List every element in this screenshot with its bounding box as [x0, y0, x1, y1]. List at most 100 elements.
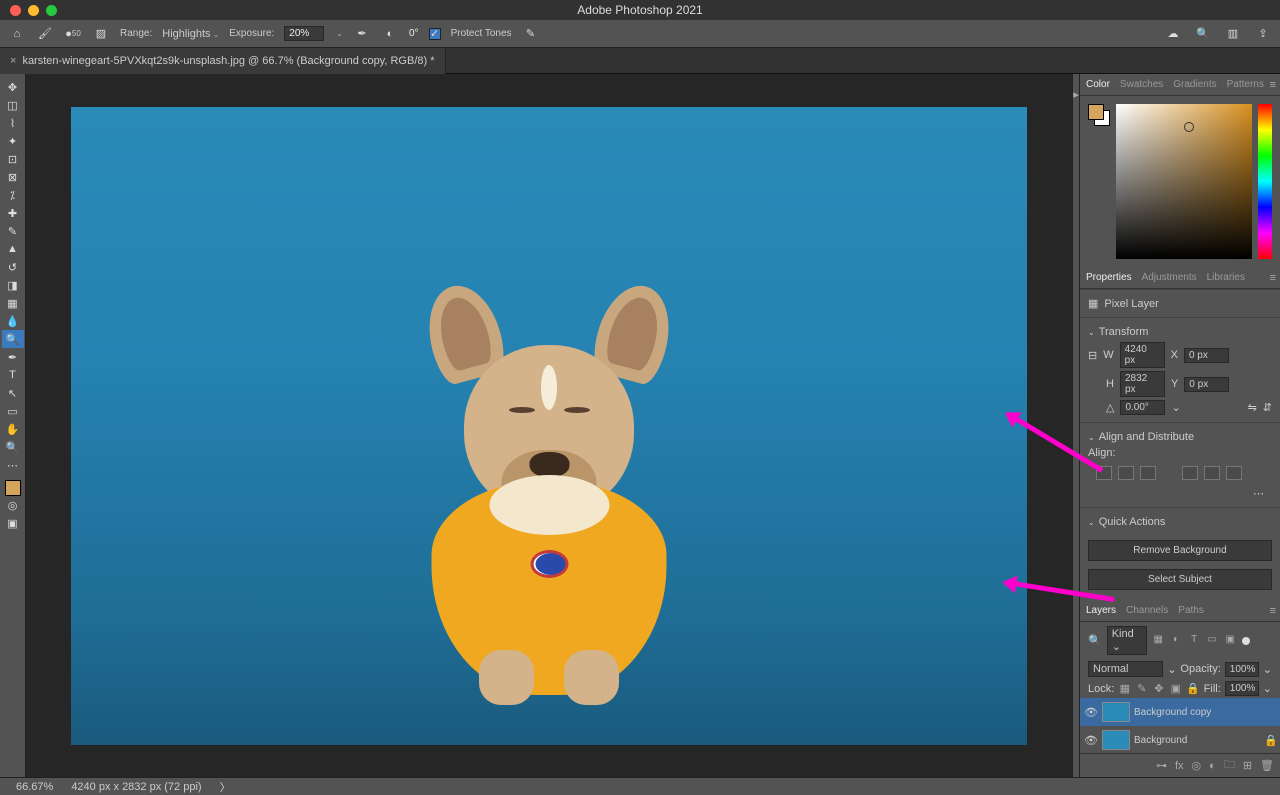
color-field[interactable]: [1116, 104, 1252, 259]
filter-smart-icon[interactable]: ▣: [1224, 634, 1237, 647]
transform-header[interactable]: ⌄Transform: [1088, 326, 1272, 338]
tab-paths[interactable]: Paths: [1178, 605, 1204, 616]
layer-row[interactable]: 👁 Background copy: [1080, 698, 1280, 726]
quick-mask-icon[interactable]: ◎: [2, 496, 24, 514]
dodge-tool[interactable]: 🔍: [2, 330, 24, 348]
y-input[interactable]: 0 px: [1184, 377, 1229, 392]
angle-icon[interactable]: ◐: [381, 25, 399, 43]
filter-pixel-icon[interactable]: ▦: [1152, 634, 1165, 647]
tab-properties[interactable]: Properties: [1086, 272, 1132, 283]
panel-menu-icon[interactable]: ≡: [1270, 272, 1276, 284]
close-window-icon[interactable]: [10, 5, 21, 16]
tab-color[interactable]: Color: [1086, 79, 1110, 90]
layer-name[interactable]: Background: [1134, 735, 1187, 746]
eyedropper-tool[interactable]: ⁒: [2, 186, 24, 204]
align-header[interactable]: ⌄Align and Distribute: [1088, 431, 1272, 443]
blur-tool[interactable]: 💧: [2, 312, 24, 330]
filter-kind-dropdown[interactable]: Kind ⌄: [1107, 626, 1147, 655]
fill-input[interactable]: 100%: [1225, 681, 1259, 696]
link-layers-icon[interactable]: ⊶: [1156, 759, 1167, 772]
crop-tool[interactable]: ⊡: [2, 150, 24, 168]
new-layer-icon[interactable]: ⊞: [1243, 759, 1252, 772]
delete-icon[interactable]: 🗑: [1260, 759, 1274, 772]
opacity-input[interactable]: 100%: [1225, 662, 1259, 677]
align-vcenter-icon[interactable]: [1204, 466, 1220, 480]
layer-thumbnail[interactable]: [1102, 702, 1130, 722]
tab-swatches[interactable]: Swatches: [1120, 79, 1163, 90]
layer-row[interactable]: 👁 Background 🔒: [1080, 726, 1280, 753]
hand-tool[interactable]: ✋: [2, 420, 24, 438]
fg-bg-swatches[interactable]: [1088, 104, 1110, 126]
tab-libraries[interactable]: Libraries: [1207, 272, 1245, 283]
select-subject-button[interactable]: Select Subject: [1088, 569, 1272, 590]
lock-artboard-icon[interactable]: ▣: [1169, 682, 1182, 695]
gradient-tool[interactable]: ▦: [2, 294, 24, 312]
width-input[interactable]: 4240 px: [1120, 342, 1165, 368]
exposure-input[interactable]: 20%: [284, 26, 324, 41]
more-options-icon[interactable]: ⋯: [1253, 487, 1264, 500]
zoom-level[interactable]: 66.67%: [16, 781, 53, 793]
screen-mode-icon[interactable]: ▣: [2, 514, 24, 532]
filter-type-icon[interactable]: T: [1188, 634, 1201, 647]
path-tool[interactable]: ↖: [2, 384, 24, 402]
type-tool[interactable]: T: [2, 366, 24, 384]
rotation-input[interactable]: 0.00°: [1120, 400, 1165, 415]
pen-tool[interactable]: ✒: [2, 348, 24, 366]
tab-adjustments[interactable]: Adjustments: [1142, 272, 1197, 283]
filter-shape-icon[interactable]: ▭: [1206, 634, 1219, 647]
canvas[interactable]: [26, 74, 1072, 777]
mask-icon[interactable]: ◎: [1192, 759, 1202, 772]
blend-mode-dropdown[interactable]: Normal: [1088, 661, 1163, 677]
hue-slider[interactable]: [1258, 104, 1272, 259]
link-wh-icon[interactable]: ⊟: [1088, 349, 1097, 362]
align-bottom-icon[interactable]: [1226, 466, 1242, 480]
stamp-tool[interactable]: ▲: [2, 240, 24, 258]
brush-size-icon[interactable]: ●50: [64, 25, 82, 43]
panel-menu-icon[interactable]: ≡: [1270, 79, 1276, 91]
tab-channels[interactable]: Channels: [1126, 605, 1168, 616]
brush-tool[interactable]: ✎: [2, 222, 24, 240]
heal-tool[interactable]: ✚: [2, 204, 24, 222]
align-top-icon[interactable]: [1182, 466, 1198, 480]
panel-divider[interactable]: ▸: [1072, 74, 1080, 777]
lasso-tool[interactable]: ⌇: [2, 114, 24, 132]
quick-actions-header[interactable]: ⌄Quick Actions: [1088, 516, 1272, 528]
color-indicator[interactable]: [1184, 122, 1194, 132]
collapse-icon[interactable]: ▸: [1073, 88, 1079, 101]
tab-gradients[interactable]: Gradients: [1173, 79, 1216, 90]
marquee-tool[interactable]: ◫: [2, 96, 24, 114]
history-brush-tool[interactable]: ↺: [2, 258, 24, 276]
angle-value[interactable]: 0°: [409, 28, 419, 39]
foreground-swatch[interactable]: [5, 480, 21, 496]
brush-settings-icon[interactable]: ▨: [92, 25, 110, 43]
group-icon[interactable]: 🗀: [1224, 756, 1235, 775]
search-icon[interactable]: 🔍: [1088, 634, 1102, 647]
zoom-tool[interactable]: 🔍: [2, 438, 24, 456]
share-icon[interactable]: ⇪: [1254, 25, 1272, 43]
close-tab-icon[interactable]: ×: [10, 55, 16, 67]
tab-patterns[interactable]: Patterns: [1227, 79, 1264, 90]
flip-h-icon[interactable]: ⇋: [1248, 401, 1257, 414]
filter-adjust-icon[interactable]: ◐: [1170, 634, 1183, 647]
lock-position-icon[interactable]: ✥: [1152, 682, 1165, 695]
panel-menu-icon[interactable]: ≡: [1270, 605, 1276, 617]
edit-toolbar[interactable]: ⋯: [2, 456, 24, 474]
search-icon[interactable]: 🔍: [1194, 25, 1212, 43]
visibility-icon[interactable]: 👁: [1084, 706, 1098, 719]
height-input[interactable]: 2832 px: [1120, 371, 1165, 397]
eraser-tool[interactable]: ◨: [2, 276, 24, 294]
move-tool[interactable]: ✥: [2, 78, 24, 96]
protect-tones-checkbox[interactable]: ✓: [429, 28, 441, 40]
layer-thumbnail[interactable]: [1102, 730, 1130, 750]
align-hcenter-icon[interactable]: [1118, 466, 1134, 480]
layer-name[interactable]: Background copy: [1134, 707, 1211, 718]
lock-transparent-icon[interactable]: ▦: [1118, 682, 1131, 695]
x-input[interactable]: 0 px: [1184, 348, 1229, 363]
shape-tool[interactable]: ▭: [2, 402, 24, 420]
status-chevron-icon[interactable]: 〉: [220, 779, 231, 795]
pressure-icon[interactable]: ✎: [522, 25, 540, 43]
wand-tool[interactable]: ✦: [2, 132, 24, 150]
lock-icon[interactable]: 🔒: [1264, 734, 1276, 747]
home-icon[interactable]: ⌂: [8, 25, 26, 43]
remove-background-button[interactable]: Remove Background: [1088, 540, 1272, 561]
